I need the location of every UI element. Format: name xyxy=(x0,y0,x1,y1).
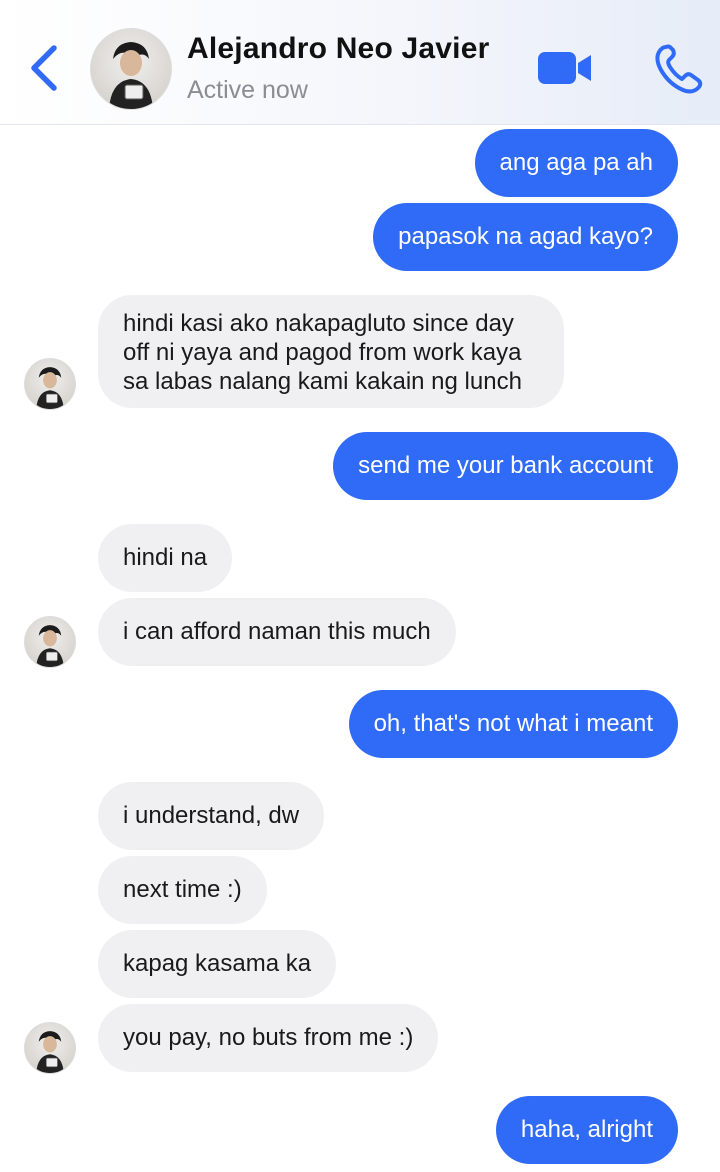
message-line: off ni yaya and pagod from work kaya xyxy=(123,339,522,366)
message-line: hindi kasi ako nakapagluto since day xyxy=(123,310,514,337)
chat-header: Alejandro Neo Javier Active now xyxy=(0,0,720,125)
message-bubble-outgoing[interactable]: papasok na agad kayo? xyxy=(373,203,678,271)
avatar-image xyxy=(36,625,64,667)
chevron-left-icon xyxy=(31,45,57,91)
avatar-image xyxy=(36,1031,64,1073)
active-status: Active now xyxy=(187,76,308,104)
message-bubble-outgoing[interactable]: haha, alright xyxy=(495,1096,678,1164)
message-bubble-incoming[interactable]: i understand, dw xyxy=(98,782,325,850)
message-line: sa labas nalang kami kakain ng lunch xyxy=(123,368,522,395)
contact-avatar-small[interactable] xyxy=(24,616,76,668)
video-call-button[interactable] xyxy=(536,46,594,90)
message-bubble-outgoing[interactable]: send me your bank account xyxy=(333,432,678,500)
message-bubble-incoming[interactable]: hindi na xyxy=(98,524,233,592)
phone-icon xyxy=(655,44,703,94)
message-bubble-incoming[interactable]: you pay, no buts from me :) xyxy=(98,1004,439,1072)
contact-avatar-small[interactable] xyxy=(24,358,76,410)
contact-avatar-small[interactable] xyxy=(24,1022,76,1074)
phone-call-button[interactable] xyxy=(653,42,705,94)
contact-name[interactable]: Alejandro Neo Javier xyxy=(187,32,489,66)
avatar-image xyxy=(109,42,153,109)
message-bubble-incoming[interactable]: next time :) xyxy=(98,856,267,924)
message-bubble-incoming[interactable]: hindi kasi ako nakapagluto since day off… xyxy=(98,295,564,408)
avatar-image xyxy=(36,367,64,409)
video-camera-icon xyxy=(538,52,591,84)
message-bubble-outgoing[interactable]: oh, that's not what i meant xyxy=(348,690,678,758)
message-bubble-incoming[interactable]: i can afford naman this much xyxy=(98,598,456,666)
message-bubble-outgoing[interactable]: ang aga pa ah xyxy=(474,129,678,197)
message-bubble-incoming[interactable]: kapag kasama ka xyxy=(98,930,337,998)
back-button[interactable] xyxy=(26,42,66,94)
contact-avatar[interactable] xyxy=(90,28,172,110)
